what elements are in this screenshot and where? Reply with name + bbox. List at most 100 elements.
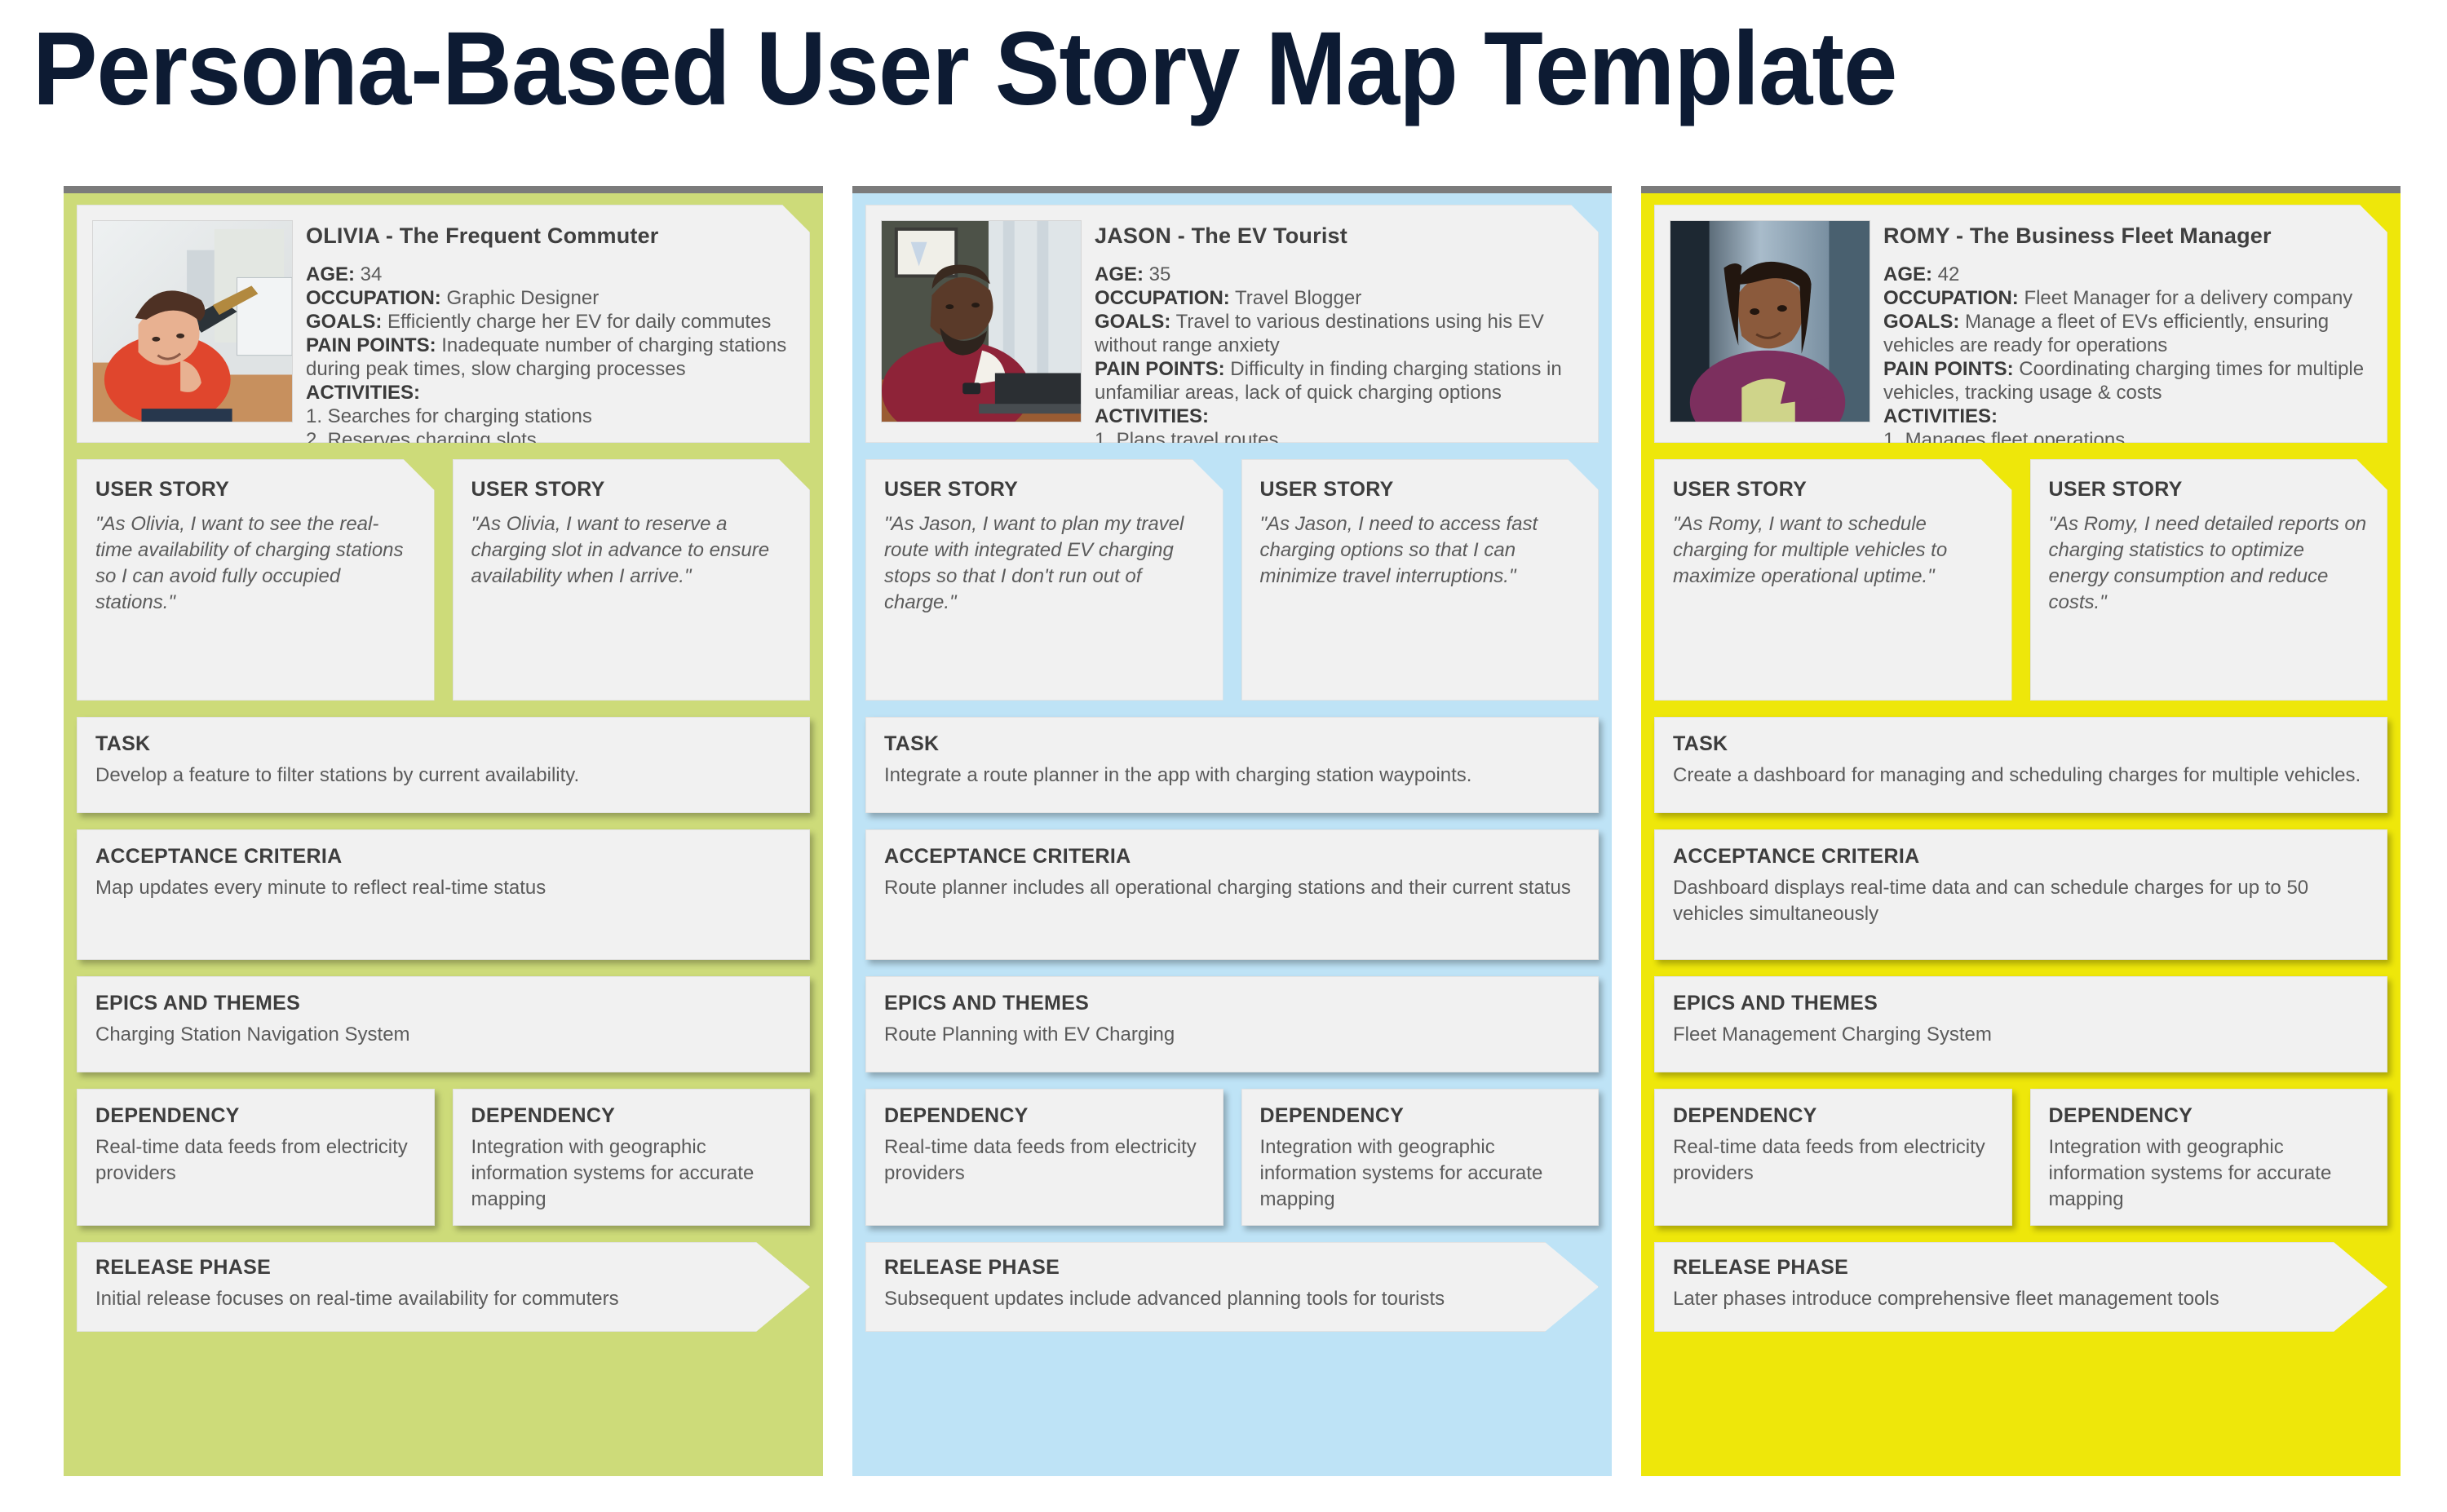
user-story-label: USER STORY: [884, 478, 1019, 501]
goals-label: GOALS:: [1883, 311, 1960, 333]
acceptance-criteria-card[interactable]: ACCEPTANCE CRITERIA Map updates every mi…: [77, 829, 810, 960]
goals-value: Efficiently charge her EV for daily comm…: [387, 311, 772, 333]
activities-label: ACTIVITIES:: [1095, 405, 1210, 427]
user-story-card[interactable]: USER STORY "As Olivia, I want to see the…: [77, 459, 435, 701]
dependency-card[interactable]: DEPENDENCY Real-time data feeds from ele…: [1654, 1089, 2012, 1226]
release-phase-label: RELEASE PHASE: [884, 1256, 1060, 1279]
persona-card: OLIVIA - The Frequent Commuter AGE: 34 O…: [77, 205, 810, 443]
age-value: 42: [1937, 263, 1960, 285]
dependency-card[interactable]: DEPENDENCY Integration with geographic i…: [2029, 1089, 2387, 1226]
epics-row: EPICS AND THEMES Route Planning with EV …: [865, 976, 1599, 1072]
epics-text: Charging Station Navigation System: [95, 1023, 410, 1046]
persona-column-romy: ROMY - The Business Fleet Manager AGE: 4…: [1641, 186, 2401, 1476]
user-story-text: "As Jason, I want to plan my travel rout…: [884, 513, 1184, 613]
user-story-text: "As Romy, I want to schedule charging fo…: [1673, 513, 1948, 587]
epics-text: Fleet Management Charging System: [1673, 1023, 1992, 1046]
release-phase-text: Later phases introduce comprehensive fle…: [1673, 1288, 2219, 1310]
acceptance-criteria-card[interactable]: ACCEPTANCE CRITERIA Dashboard displays r…: [1654, 829, 2387, 960]
acceptance-criteria-card[interactable]: ACCEPTANCE CRITERIA Route planner includ…: [865, 829, 1599, 960]
activity-item: 1. Plans travel routes: [1095, 429, 1279, 451]
epics-card[interactable]: EPICS AND THEMES Charging Station Naviga…: [77, 976, 810, 1072]
dependency-card[interactable]: DEPENDENCY Real-time data feeds from ele…: [865, 1089, 1224, 1226]
acceptance-criteria-row: ACCEPTANCE CRITERIA Map updates every mi…: [77, 829, 810, 960]
user-story-card[interactable]: USER STORY "As Romy, I need detailed rep…: [2030, 459, 2388, 701]
occupation-label: OCCUPATION:: [1095, 287, 1230, 309]
age-value: 34: [360, 263, 383, 285]
occupation-label: OCCUPATION:: [1883, 287, 2019, 309]
task-label: TASK: [884, 732, 940, 755]
release-phase-label: RELEASE PHASE: [95, 1256, 272, 1279]
persona-column-olivia: OLIVIA - The Frequent Commuter AGE: 34 O…: [64, 186, 823, 1476]
task-card[interactable]: TASK Develop a feature to filter station…: [77, 717, 810, 813]
persona-occupation: OCCUPATION: Graphic Designer: [306, 286, 793, 310]
olivia-photo: [92, 220, 293, 422]
epics-card[interactable]: EPICS AND THEMES Route Planning with EV …: [865, 976, 1599, 1072]
release-phase-text: Subsequent updates include advanced plan…: [884, 1288, 1445, 1310]
epics-label: EPICS AND THEMES: [95, 992, 301, 1015]
persona-goals: GOALS: Travel to various destinations us…: [1095, 310, 1582, 357]
persona-name: JASON - The EV Tourist: [1095, 223, 1347, 248]
acceptance-criteria-row: ACCEPTANCE CRITERIA Dashboard displays r…: [1654, 829, 2387, 960]
dependency-card[interactable]: DEPENDENCY Real-time data feeds from ele…: [77, 1089, 435, 1226]
user-story-row: USER STORY "As Romy, I want to schedule …: [1654, 459, 2387, 701]
age-value: 35: [1148, 263, 1171, 285]
acceptance-criteria-label: ACCEPTANCE CRITERIA: [95, 845, 343, 868]
story-map-page: Persona-Based User Story Map Template OL…: [0, 0, 2447, 1512]
age-label: AGE:: [1883, 263, 1932, 285]
dependency-text: Integration with geographic information …: [471, 1136, 754, 1210]
task-card[interactable]: TASK Create a dashboard for managing and…: [1654, 717, 2387, 813]
persona-columns: OLIVIA - The Frequent Commuter AGE: 34 O…: [64, 186, 2401, 1476]
dependency-text: Real-time data feeds from electricity pr…: [95, 1136, 408, 1184]
user-story-label: USER STORY: [1259, 478, 1394, 501]
persona-occupation: OCCUPATION: Travel Blogger: [1095, 286, 1582, 310]
epics-card[interactable]: EPICS AND THEMES Fleet Management Chargi…: [1654, 976, 2387, 1072]
epics-label: EPICS AND THEMES: [1673, 992, 1878, 1015]
occupation-value: Fleet Manager for a delivery company: [2024, 287, 2353, 309]
acceptance-criteria-label: ACCEPTANCE CRITERIA: [884, 845, 1131, 868]
persona-name: OLIVIA - The Frequent Commuter: [306, 223, 659, 248]
persona-pain-points: PAIN POINTS: Difficulty in finding charg…: [1095, 357, 1582, 405]
dependency-text: Real-time data feeds from electricity pr…: [1673, 1136, 1985, 1184]
user-story-row: USER STORY "As Olivia, I want to see the…: [77, 459, 810, 701]
acceptance-criteria-text: Route planner includes all operational c…: [884, 877, 1571, 899]
dependency-label: DEPENDENCY: [1259, 1104, 1405, 1127]
dependency-text: Real-time data feeds from electricity pr…: [884, 1136, 1197, 1184]
user-story-card[interactable]: USER STORY "As Olivia, I want to reserve…: [453, 459, 811, 701]
persona-pain-points: PAIN POINTS: Inadequate number of chargi…: [306, 334, 793, 381]
acceptance-criteria-label: ACCEPTANCE CRITERIA: [1673, 845, 1920, 868]
dependency-text: Integration with geographic information …: [1259, 1136, 1543, 1210]
persona-age: AGE: 34: [306, 263, 793, 286]
user-story-card[interactable]: USER STORY "As Romy, I want to schedule …: [1654, 459, 2012, 701]
occupation-label: OCCUPATION:: [306, 287, 441, 309]
persona-details: ROMY - The Business Fleet Manager AGE: 4…: [1883, 220, 2370, 434]
user-story-label: USER STORY: [1673, 478, 1808, 501]
release-phase-card[interactable]: RELEASE PHASE Later phases introduce com…: [1654, 1242, 2387, 1332]
user-story-card[interactable]: USER STORY "As Jason, I want to plan my …: [865, 459, 1224, 701]
release-phase-card[interactable]: RELEASE PHASE Initial release focuses on…: [77, 1242, 810, 1332]
task-label: TASK: [95, 732, 151, 755]
dependency-text: Integration with geographic information …: [2048, 1136, 2332, 1210]
user-story-card[interactable]: USER STORY "As Jason, I need to access f…: [1241, 459, 1600, 701]
pain-points-label: PAIN POINTS:: [306, 334, 436, 356]
dependency-label: DEPENDENCY: [1673, 1104, 1817, 1127]
dependency-card[interactable]: DEPENDENCY Integration with geographic i…: [452, 1089, 810, 1226]
activity-item: 1. Searches for charging stations: [306, 405, 592, 427]
romy-photo: [1670, 220, 1870, 422]
epics-row: EPICS AND THEMES Charging Station Naviga…: [77, 976, 810, 1072]
user-story-row: USER STORY "As Jason, I want to plan my …: [865, 459, 1599, 701]
persona-goals: GOALS: Efficiently charge her EV for dai…: [306, 310, 793, 334]
epics-label: EPICS AND THEMES: [884, 992, 1090, 1015]
user-story-label: USER STORY: [95, 478, 230, 501]
age-label: AGE:: [1095, 263, 1144, 285]
release-phase-row: RELEASE PHASE Initial release focuses on…: [77, 1242, 810, 1332]
dependency-label: DEPENDENCY: [884, 1104, 1029, 1127]
dependency-card[interactable]: DEPENDENCY Integration with geographic i…: [1241, 1089, 1599, 1226]
user-story-label: USER STORY: [471, 478, 605, 501]
acceptance-criteria-text: Map updates every minute to reflect real…: [95, 877, 546, 899]
task-card[interactable]: TASK Integrate a route planner in the ap…: [865, 717, 1599, 813]
task-label: TASK: [1673, 732, 1728, 755]
release-phase-card[interactable]: RELEASE PHASE Subsequent updates include…: [865, 1242, 1599, 1332]
task-row: TASK Create a dashboard for managing and…: [1654, 717, 2387, 813]
pain-points-label: PAIN POINTS:: [1883, 358, 2014, 380]
task-row: TASK Develop a feature to filter station…: [77, 717, 810, 813]
